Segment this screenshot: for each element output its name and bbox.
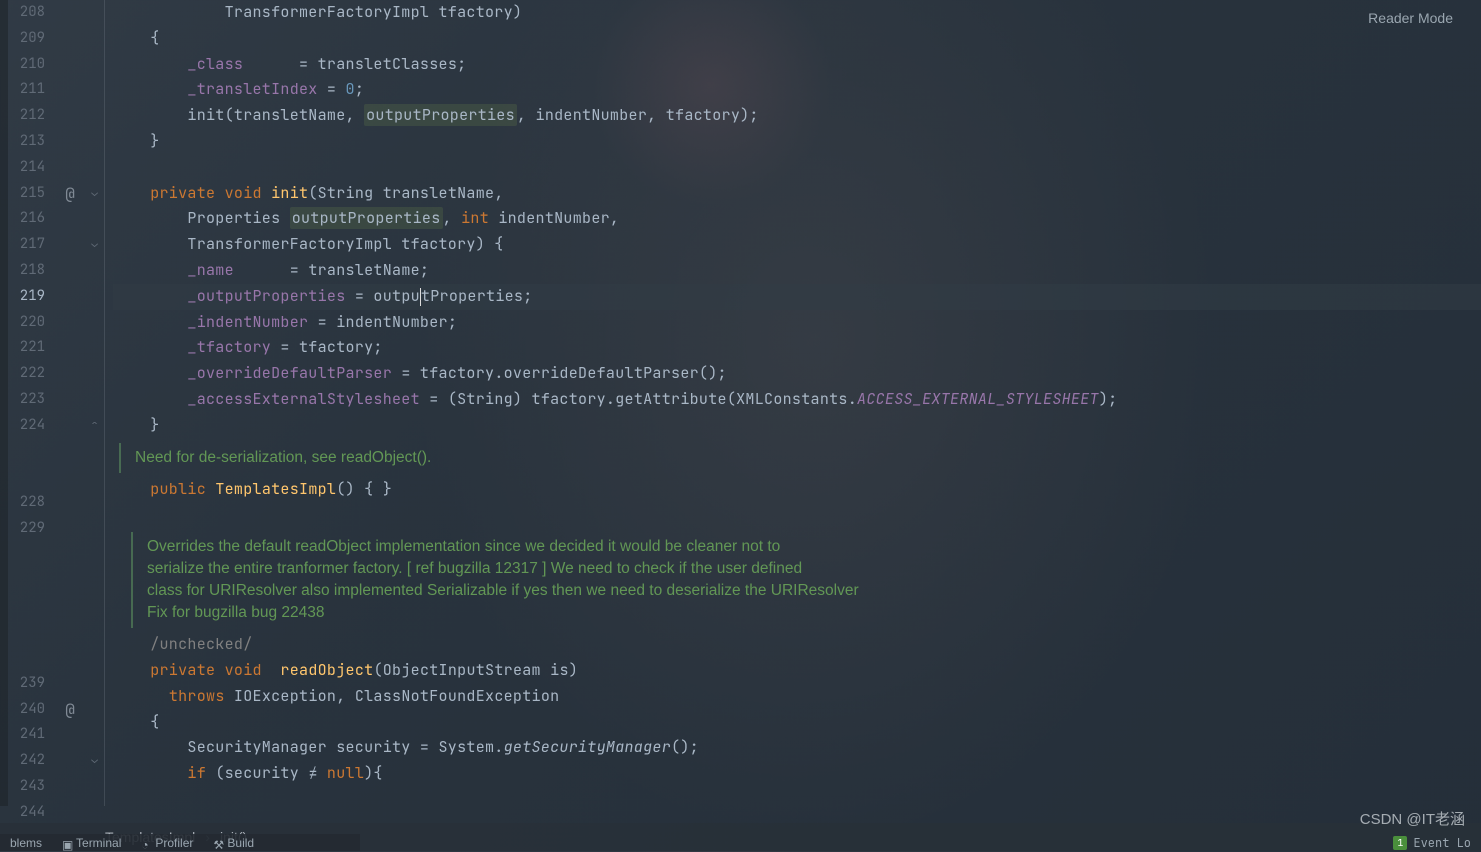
- event-count-badge: 1: [1393, 836, 1407, 850]
- code-line: _indentNumber = indentNumber;: [113, 310, 1481, 336]
- code-line: {: [113, 26, 1481, 52]
- annotation-gutter[interactable]: @ @: [55, 0, 85, 806]
- toolwin-problems[interactable]: blems: [10, 836, 42, 850]
- code-line: _accessExternalStylesheet = (String) tfa…: [113, 387, 1481, 413]
- override-icon[interactable]: @: [55, 181, 85, 207]
- code-line: {: [113, 710, 1481, 736]
- code-line: [113, 502, 1481, 528]
- code-line: throws IOException, ClassNotFoundExcepti…: [113, 684, 1481, 710]
- profiler-icon: ◔: [141, 838, 151, 848]
- code-editor[interactable]: 208 209 210 211 212 213 214 215 216 217 …: [0, 0, 1481, 806]
- code-area[interactable]: TransformerFactoryImpl tfactory) { _clas…: [105, 0, 1481, 806]
- fold-gutter[interactable]: ⌄ ⌄ ⌃ ⌄: [85, 0, 105, 806]
- code-line: public TemplatesImpl() { }: [113, 477, 1481, 503]
- code-line: _transletIndex = 0;: [113, 77, 1481, 103]
- line-number-gutter[interactable]: 208 209 210 211 212 213 214 215 216 217 …: [0, 0, 55, 806]
- terminal-icon: ▣: [62, 838, 72, 848]
- watermark-text: CSDN @IT老涵: [1360, 808, 1465, 829]
- code-line: [113, 155, 1481, 181]
- code-line: }: [113, 413, 1481, 439]
- code-line-current: _outputProperties = outputProperties;: [113, 284, 1481, 310]
- hammer-icon: ⚒: [213, 838, 223, 848]
- javadoc-block: Overrides the default readObject impleme…: [131, 532, 1481, 628]
- fold-handle-icon[interactable]: ⌄: [85, 748, 104, 774]
- toolwin-terminal[interactable]: ▣Terminal: [62, 836, 121, 850]
- left-rail: [0, 0, 8, 806]
- code-line: TransformerFactoryImpl tfactory) {: [113, 232, 1481, 258]
- javadoc-block: Need for de-serialization, see readObjec…: [119, 443, 1481, 473]
- tool-window-bar[interactable]: blems ▣Terminal ◔Profiler ⚒Build: [0, 834, 360, 851]
- status-bar-right[interactable]: 1 Event Lo: [1393, 834, 1471, 851]
- code-line: }: [113, 129, 1481, 155]
- code-line: _name = transletName;: [113, 258, 1481, 284]
- override-icon[interactable]: @: [55, 697, 85, 723]
- code-line: _tfactory = tfactory;: [113, 335, 1481, 361]
- fold-handle-icon[interactable]: ⌄: [85, 232, 104, 258]
- code-line: init(transletName, outputProperties, ind…: [113, 103, 1481, 129]
- code-line: SecurityManager security = System.getSec…: [113, 735, 1481, 761]
- code-line: _overrideDefaultParser = tfactory.overri…: [113, 361, 1481, 387]
- code-line: if (security ≠ null){: [113, 761, 1481, 787]
- code-line: private void readObject(ObjectInputStrea…: [113, 658, 1481, 684]
- fold-handle-icon[interactable]: ⌄: [85, 181, 104, 207]
- toolwin-profiler[interactable]: ◔Profiler: [141, 836, 193, 850]
- fold-handle-icon[interactable]: ⌃: [85, 413, 104, 439]
- toolwin-build[interactable]: ⚒Build: [213, 836, 254, 850]
- code-line: TransformerFactoryImpl tfactory): [113, 0, 1481, 26]
- event-log-label[interactable]: Event Lo: [1413, 835, 1471, 851]
- code-line: private void init(String transletName,: [113, 181, 1481, 207]
- code-line: Properties outputProperties, int indentN…: [113, 206, 1481, 232]
- code-line: _class = transletClasses;: [113, 52, 1481, 78]
- code-line: /unchecked/: [113, 632, 1481, 658]
